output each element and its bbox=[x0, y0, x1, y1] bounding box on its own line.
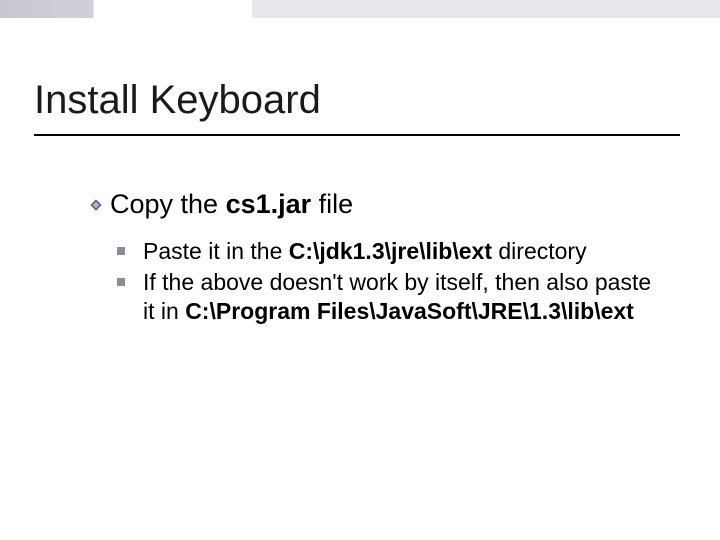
l2-text: If the above doesn't work by itself, the… bbox=[143, 268, 653, 326]
bullet-l1-text: Copy the cs1.jar file bbox=[110, 189, 353, 220]
l2-bold: C:\Program Files\JavaSoft\JRE\1.3\lib\ex… bbox=[185, 298, 634, 324]
l1-suffix: file bbox=[311, 189, 353, 219]
l2-bold: C:\jdk1.3\jre\lib\ext bbox=[289, 238, 492, 264]
l2-text: Paste it in the C:\jdk1.3\jre\lib\ext di… bbox=[143, 237, 587, 266]
list-item: If the above doesn't work by itself, the… bbox=[117, 268, 653, 326]
diamond-bullet-icon bbox=[88, 197, 104, 213]
square-bullet-icon bbox=[117, 247, 125, 255]
bullet-level-2-list: Paste it in the C:\jdk1.3\jre\lib\ext di… bbox=[117, 237, 653, 327]
title-underline bbox=[34, 134, 680, 136]
l1-prefix: Copy the bbox=[110, 189, 226, 219]
slide-title: Install Keyboard bbox=[34, 78, 321, 123]
l1-bold: cs1.jar bbox=[226, 189, 312, 219]
slide-top-bar bbox=[0, 0, 720, 18]
list-item: Paste it in the C:\jdk1.3\jre\lib\ext di… bbox=[117, 237, 653, 266]
l2-seg: Paste it in the bbox=[143, 238, 289, 264]
l2-seg: directory bbox=[492, 238, 587, 264]
bullet-level-1: Copy the cs1.jar file bbox=[88, 189, 353, 220]
square-bullet-icon bbox=[117, 278, 125, 286]
